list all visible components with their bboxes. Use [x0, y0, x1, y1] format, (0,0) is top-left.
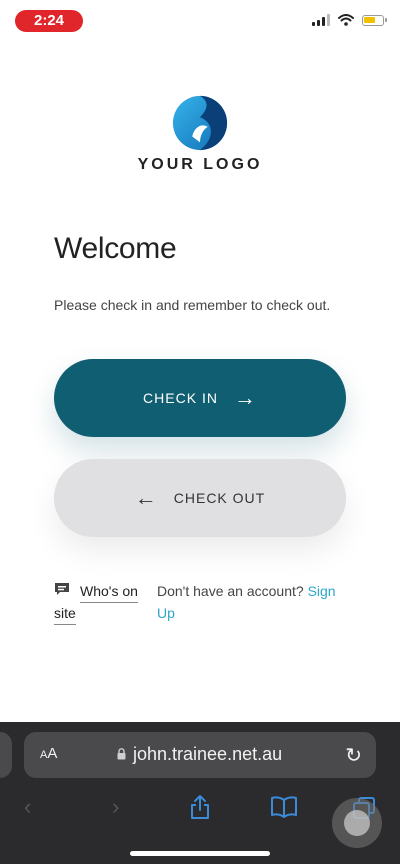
forward-icon[interactable]: ›	[112, 794, 119, 820]
status-bar: 2:24	[0, 0, 400, 44]
arrow-right-icon: →	[233, 385, 257, 410]
url-text[interactable]: john.trainee.net.au	[133, 744, 282, 765]
browser-toolbar: AAAA john.trainee.net.au ↻ ‹ ›	[0, 722, 400, 864]
whos-on-site-text-1[interactable]: Who's on	[80, 580, 138, 603]
check-in-button[interactable]: CHECK IN →	[54, 359, 346, 437]
bookmarks-icon[interactable]	[270, 796, 298, 818]
back-icon[interactable]: ‹	[24, 794, 31, 820]
cellular-signal-icon	[312, 14, 330, 26]
check-out-button[interactable]: ← CHECK OUT	[54, 459, 346, 537]
account-prompt-text: Don't have an account?	[157, 583, 304, 599]
reload-icon[interactable]: ↻	[345, 743, 362, 768]
text-size-button[interactable]: AAAA	[40, 745, 57, 762]
check-out-label: CHECK OUT	[173, 490, 266, 506]
arrow-left-icon: ←	[134, 485, 158, 510]
previous-tab-stub[interactable]	[0, 732, 12, 778]
logo-text: YOUR LOGO	[137, 156, 263, 173]
lock-icon	[117, 748, 126, 760]
signup-prompt: Don't have an account? Sign Up	[157, 580, 357, 624]
status-icons	[312, 14, 387, 26]
signup-link[interactable]: Sign	[308, 583, 336, 599]
home-indicator	[130, 851, 270, 856]
check-in-label: CHECK IN	[143, 390, 218, 406]
signup-link-continued[interactable]: Up	[157, 605, 175, 621]
page-title: Welcome	[54, 232, 177, 265]
wifi-icon	[338, 14, 354, 26]
share-icon[interactable]	[188, 794, 212, 820]
battery-icon	[362, 14, 387, 26]
address-bar[interactable]: AAAA john.trainee.net.au ↻	[24, 732, 376, 778]
whos-on-site-text-2[interactable]: site	[54, 602, 76, 625]
chat-icon	[55, 583, 69, 595]
logo: YOUR LOGO	[0, 94, 400, 174]
status-time: 2:24	[15, 10, 83, 32]
assistive-touch-button[interactable]	[332, 798, 382, 848]
logo-mark-icon	[172, 95, 228, 151]
page-subtitle: Please check in and remember to check ou…	[54, 297, 331, 313]
